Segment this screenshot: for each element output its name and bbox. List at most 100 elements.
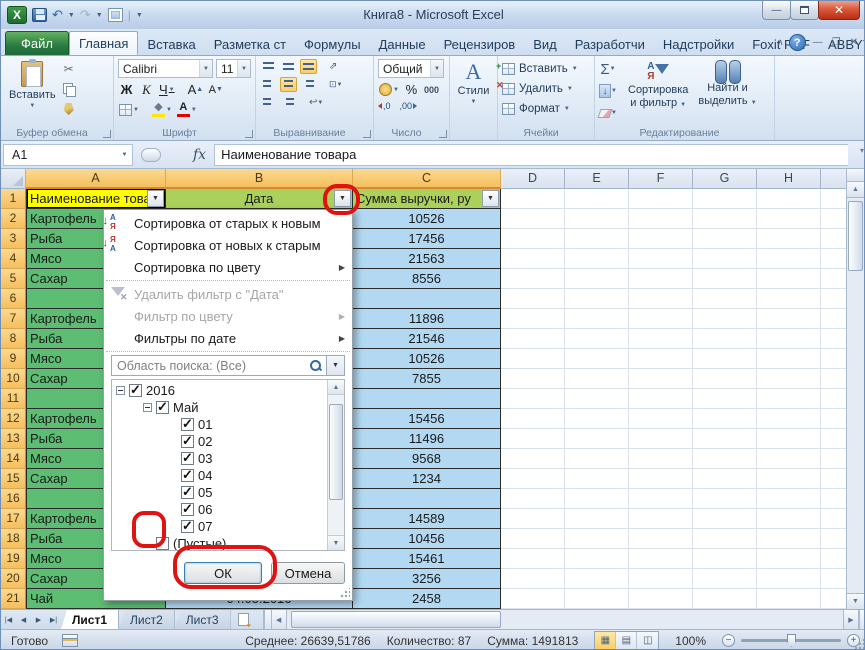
sort-filter-button[interactable]: АЯ Сортировка и фильтр ▼ — [623, 59, 693, 121]
cell-C5[interactable]: 8556 — [353, 269, 501, 289]
tree-scrollbar[interactable]: ▲ ▼ — [327, 380, 344, 550]
paste-button[interactable]: Вставить ▼ — [5, 59, 60, 117]
vertical-scrollbar[interactable]: ▲ ▼ — [846, 169, 864, 609]
cell-D4[interactable] — [501, 249, 565, 269]
cell-D20[interactable] — [501, 569, 565, 589]
tree-scroll-thumb[interactable] — [329, 404, 343, 500]
row-header-4[interactable]: 4 — [1, 249, 26, 269]
cell-H3[interactable] — [757, 229, 821, 249]
insert-sheet-button[interactable] — [231, 610, 257, 629]
cell-E6[interactable] — [565, 289, 629, 309]
cell-C21[interactable]: 2458 — [353, 589, 501, 609]
cell-C11[interactable] — [353, 389, 501, 409]
zoom-thumb[interactable] — [787, 634, 796, 647]
excel-logo-icon[interactable]: X — [7, 6, 27, 24]
row-header-9[interactable]: 9 — [1, 349, 26, 369]
cell-C1[interactable]: Сумма выручки, ру▼ — [353, 189, 501, 209]
cell-H20[interactable] — [757, 569, 821, 589]
cell-H4[interactable] — [757, 249, 821, 269]
scroll-right-icon[interactable]: ▶ — [843, 610, 859, 629]
cell-G20[interactable] — [693, 569, 757, 589]
tab-Надстройки[interactable]: Надстройки — [654, 33, 743, 55]
row-header-17[interactable]: 17 — [1, 509, 26, 529]
cell-H10[interactable] — [757, 369, 821, 389]
cell-D6[interactable] — [501, 289, 565, 309]
cell-C12[interactable]: 15456 — [353, 409, 501, 429]
cell-F3[interactable] — [629, 229, 693, 249]
row-header-13[interactable]: 13 — [1, 429, 26, 449]
decrease-indent-button[interactable] — [260, 95, 277, 110]
clipboard-dialog-launcher[interactable] — [103, 130, 111, 138]
menu-resize-grip[interactable] — [340, 588, 350, 598]
row-header-2[interactable]: 2 — [1, 209, 26, 229]
cell-D17[interactable] — [501, 509, 565, 529]
last-sheet-icon[interactable]: ▶| — [46, 610, 61, 629]
cell-C9[interactable]: 10526 — [353, 349, 501, 369]
cell-E11[interactable] — [565, 389, 629, 409]
undo-icon[interactable]: ↶ — [52, 8, 63, 22]
cell-G5[interactable] — [693, 269, 757, 289]
cancel-button[interactable]: Отмена — [271, 562, 345, 584]
row-header-6[interactable]: 6 — [1, 289, 26, 309]
cell-C2[interactable]: 10526 — [353, 209, 501, 229]
cell-E5[interactable] — [565, 269, 629, 289]
number-dialog-launcher[interactable] — [439, 130, 447, 138]
cell-H1[interactable] — [757, 189, 821, 209]
cell-H15[interactable] — [757, 469, 821, 489]
scroll-down-icon[interactable]: ▼ — [847, 593, 864, 609]
zoom-out-icon[interactable]: − — [722, 634, 735, 647]
font-family-arrow-icon[interactable]: ▼ — [199, 60, 212, 77]
name-box-arrow-icon[interactable]: ▼ — [117, 152, 132, 158]
cell-G4[interactable] — [693, 249, 757, 269]
cell-D7[interactable] — [501, 309, 565, 329]
tab-Вставка[interactable]: Вставка — [138, 33, 204, 55]
tab-Формулы[interactable]: Формулы — [295, 33, 370, 55]
cell-E13[interactable] — [565, 429, 629, 449]
cell-D1[interactable] — [501, 189, 565, 209]
cell-H6[interactable] — [757, 289, 821, 309]
cell-F5[interactable] — [629, 269, 693, 289]
cell-G2[interactable] — [693, 209, 757, 229]
cell-D5[interactable] — [501, 269, 565, 289]
font-family-combo[interactable]: Calibri▼ — [118, 59, 213, 78]
column-header-B[interactable]: B — [166, 169, 353, 189]
cell-H2[interactable] — [757, 209, 821, 229]
tree-scroll-down-icon[interactable]: ▼ — [328, 535, 344, 550]
cell-D14[interactable] — [501, 449, 565, 469]
next-sheet-icon[interactable]: ▶ — [31, 610, 46, 629]
minimize-button[interactable]: — — [762, 1, 791, 20]
increase-decimal-button[interactable]: ,0 — [378, 101, 391, 111]
cell-H7[interactable] — [757, 309, 821, 329]
cell-C14[interactable]: 9568 — [353, 449, 501, 469]
name-box[interactable]: A1▼ — [3, 144, 133, 166]
cell-G3[interactable] — [693, 229, 757, 249]
zoom-track[interactable] — [741, 639, 841, 642]
close-button[interactable]: ✕ — [818, 1, 860, 20]
normal-view-icon[interactable]: ▦ — [595, 632, 616, 649]
split-handle[interactable] — [847, 169, 864, 182]
filter-arrow-C1[interactable]: ▼ — [482, 190, 499, 207]
column-header-F[interactable]: F — [629, 169, 693, 189]
cell-F18[interactable] — [629, 529, 693, 549]
cell-H5[interactable] — [757, 269, 821, 289]
cell-F17[interactable] — [629, 509, 693, 529]
row-header-18[interactable]: 18 — [1, 529, 26, 549]
cell-G9[interactable] — [693, 349, 757, 369]
cell-F1[interactable] — [629, 189, 693, 209]
cell-F12[interactable] — [629, 409, 693, 429]
shrink-font-button[interactable]: А▼ — [207, 81, 224, 98]
search-input[interactable]: Область поиска: (Все) — [111, 355, 327, 376]
sheet-tab-Лист2[interactable]: Лист2 — [119, 610, 175, 629]
column-header-G[interactable]: G — [693, 169, 757, 189]
italic-button[interactable]: К — [138, 81, 155, 98]
cell-F13[interactable] — [629, 429, 693, 449]
cell-H9[interactable] — [757, 349, 821, 369]
cell-G12[interactable] — [693, 409, 757, 429]
collapse-ribbon-icon[interactable]: ∧ — [777, 37, 784, 48]
customize-qat-icon[interactable]: ▼ — [136, 12, 143, 19]
paste-dropdown-icon[interactable]: ▼ — [29, 103, 35, 109]
alignment-dialog-launcher[interactable] — [363, 130, 371, 138]
cell-F8[interactable] — [629, 329, 693, 349]
align-middle-button[interactable] — [280, 59, 297, 74]
cell-D15[interactable] — [501, 469, 565, 489]
